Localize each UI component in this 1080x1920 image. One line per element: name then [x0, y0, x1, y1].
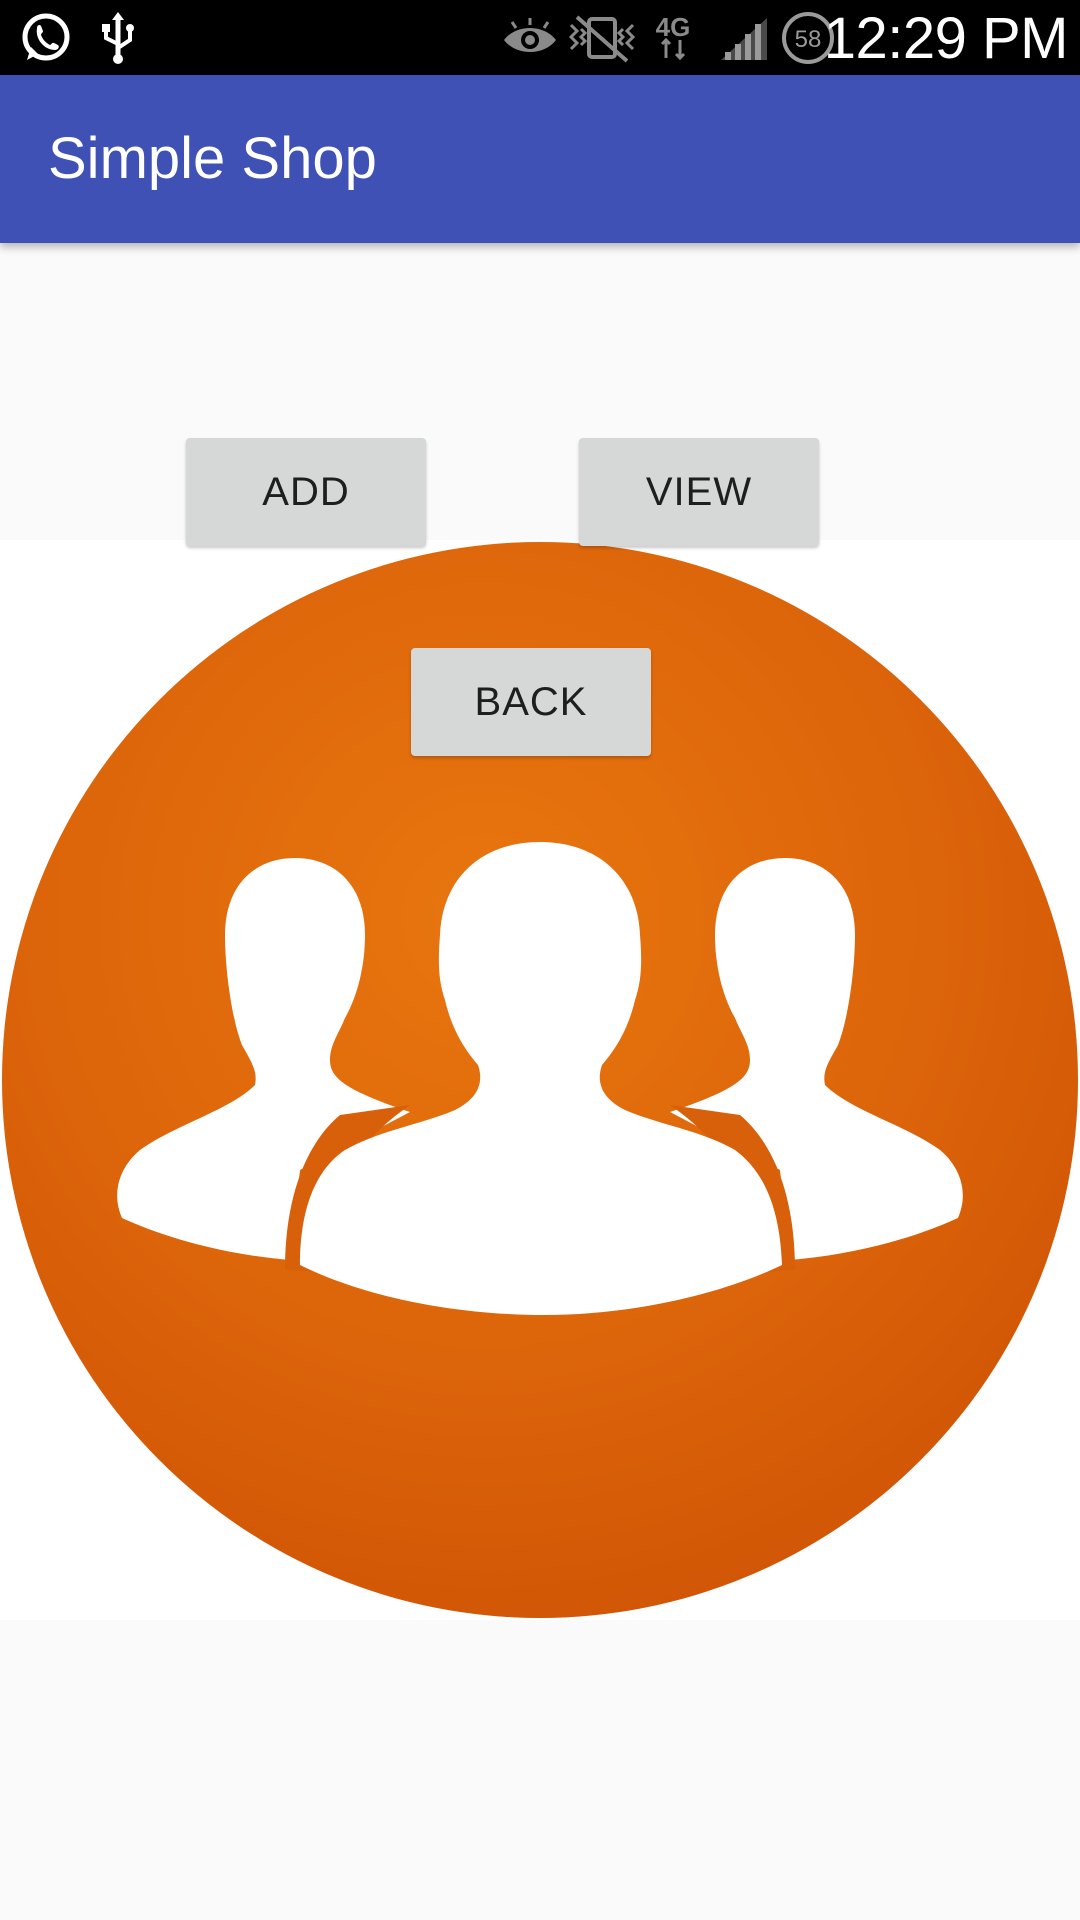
app-bar: Simple Shop — [0, 75, 1080, 243]
add-button[interactable]: ADD — [186, 438, 426, 546]
usb-icon — [92, 0, 144, 75]
network-4g-icon: 4G — [646, 0, 700, 75]
whatsapp-icon — [14, 0, 78, 75]
view-button[interactable]: VIEW — [579, 438, 819, 546]
app-title: Simple Shop — [48, 126, 377, 191]
eye-icon — [500, 0, 560, 75]
back-button[interactable]: BACK — [411, 648, 651, 756]
screen: 4G 58 12:29 PM Simple Shop ADD VIEW BACK — [0, 0, 1080, 1920]
status-time: 12:29 PM — [823, 6, 1069, 71]
network-4g-label: 4G — [656, 12, 691, 42]
battery-level: 58 — [795, 26, 822, 53]
vibrate-mute-icon — [566, 0, 638, 75]
signal-icon — [718, 0, 770, 75]
status-bar: 4G 58 12:29 PM — [0, 0, 1080, 75]
